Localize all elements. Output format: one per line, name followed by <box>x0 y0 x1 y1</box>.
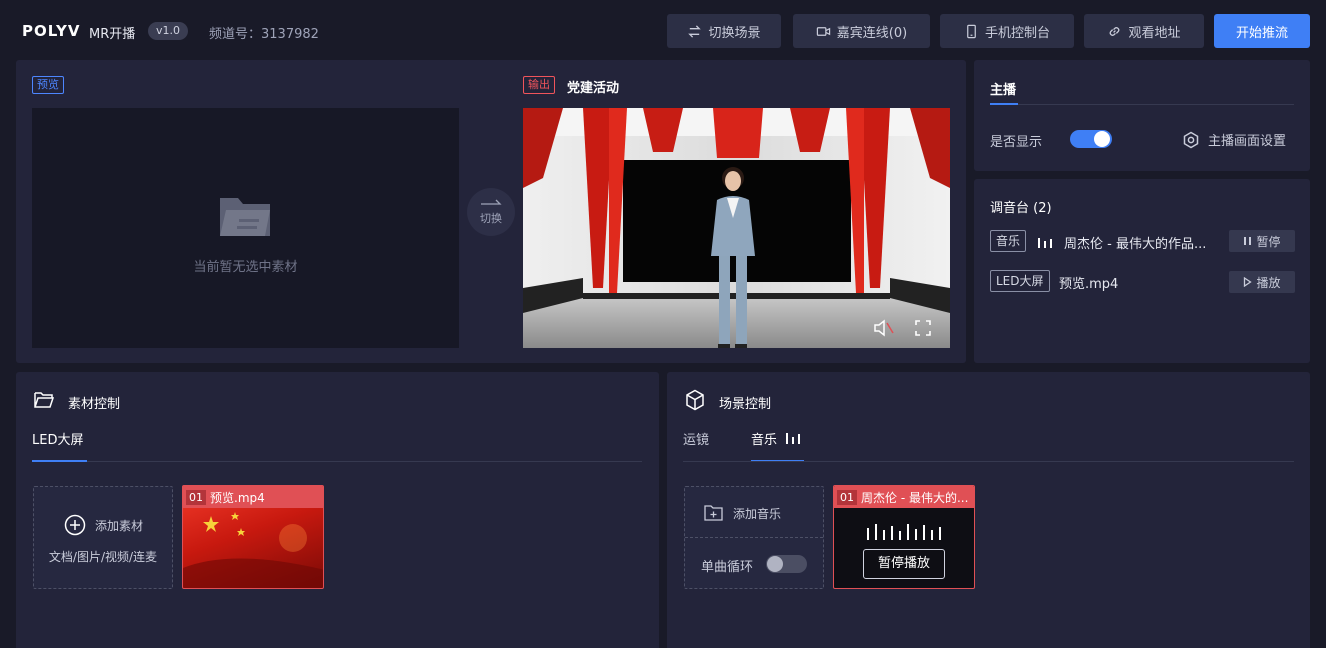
show-anchor-toggle[interactable] <box>1070 130 1112 148</box>
polyv-logo: POLYV <box>22 22 81 40</box>
music-item[interactable]: 01 周杰伦 - 最伟大的... 暂停播放 <box>833 485 975 589</box>
add-music-button[interactable]: 添加音乐 <box>685 487 823 538</box>
material-item-name: 预览.mp4 <box>210 490 265 505</box>
guest-link-label: 嘉宾连线(0) <box>836 25 908 41</box>
add-music-label: 添加音乐 <box>733 507 782 521</box>
tab-music[interactable]: 音乐 <box>751 429 777 448</box>
music-item-number: 01 <box>837 489 857 505</box>
mixer-pause-button[interactable]: 暂停 <box>1229 230 1295 252</box>
plus-circle-icon <box>64 514 86 536</box>
fullscreen-icon[interactable] <box>915 320 931 336</box>
toggle-knob <box>767 556 783 572</box>
audio-bars-icon <box>786 433 800 444</box>
add-material-label: 添加素材 <box>95 519 144 533</box>
folder-open-icon <box>34 392 54 408</box>
folder-icon <box>220 198 270 236</box>
preview-empty-text: 当前暂无选中素材 <box>193 260 298 275</box>
guest-link-button[interactable]: 嘉宾连线(0) <box>793 14 930 48</box>
mixer-tag-music: 音乐 <box>990 230 1027 252</box>
loop-toggle[interactable] <box>766 555 807 573</box>
material-item-header: 01 预览.mp4 <box>183 486 323 508</box>
show-anchor-label: 是否显示 <box>990 135 1043 150</box>
swap-icon <box>688 24 702 38</box>
anchor-panel: 主播 是否显示 主播画面设置 <box>974 60 1310 171</box>
cube-icon <box>686 389 704 411</box>
output-title: 党建活动 <box>567 81 620 96</box>
material-item-number: 01 <box>186 489 206 505</box>
virtual-studio-image <box>523 108 950 348</box>
add-material-hint: 文档/图片/视频/连麦 <box>48 550 158 564</box>
output-tag: 输出 <box>523 76 555 94</box>
link-icon <box>1110 26 1120 36</box>
toggle-knob <box>1094 131 1110 147</box>
mixer-panel: 调音台 (2) 音乐 周杰伦 - 最伟大的作品... 暂停 LED大屏 预览.m… <box>974 179 1310 363</box>
anchor-settings-button[interactable]: 主播画面设置 <box>1182 130 1286 149</box>
play-icon <box>1244 277 1253 287</box>
phone-icon <box>967 24 976 38</box>
loop-label: 单曲循环 <box>701 560 754 575</box>
preview-empty-area: 当前暂无选中素材 <box>32 108 459 348</box>
app-name: MR开播 <box>89 27 136 42</box>
mixer-play-button[interactable]: 播放 <box>1229 271 1295 293</box>
material-divider <box>87 461 642 462</box>
mixer-led-name: 预览.mp4 <box>1059 277 1119 292</box>
version-badge: v1.0 <box>148 22 189 40</box>
music-item-name: 周杰伦 - 最伟大的... <box>861 490 969 505</box>
material-item[interactable]: 01 预览.mp4 <box>182 485 324 589</box>
mobile-console-label: 手机控制台 <box>984 25 1050 41</box>
music-control-card: 添加音乐 单曲循环 <box>684 486 824 589</box>
add-material-button[interactable]: 添加素材 文档/图片/视频/连麦 <box>33 486 173 589</box>
scene-divider <box>683 461 1294 462</box>
material-control-panel: 素材控制 LED大屏 添加素材 文档/图片/视频/连麦 01 预览.mp4 <box>16 372 659 648</box>
anchor-tab-underline <box>990 103 1018 105</box>
scene-title: 场景控制 <box>719 397 772 412</box>
switch-scene-label: 切换场景 <box>708 25 761 41</box>
mixer-music-name: 周杰伦 - 最伟大的作品... <box>1064 237 1207 252</box>
music-item-header: 01 周杰伦 - 最伟大的... <box>834 486 974 508</box>
watch-url-label: 观看地址 <box>1128 25 1181 41</box>
preview-output-panel: 预览 当前暂无选中素材 切换 输出 党建活动 <box>16 60 966 363</box>
scene-control-panel: 场景控制 运镜 音乐 添加音乐 单曲循环 01 周杰伦 - 最伟大的... 暂停… <box>667 372 1310 648</box>
mixer-pause-label: 暂停 <box>1256 234 1281 249</box>
audio-bars-icon <box>1038 238 1052 248</box>
anchor-divider <box>1018 104 1294 105</box>
channel-number: 频道号：3137982 <box>209 27 319 42</box>
preview-tag: 预览 <box>32 76 64 94</box>
anchor-settings-label: 主播画面设置 <box>1208 134 1287 149</box>
output-video[interactable] <box>523 108 950 348</box>
equalizer-icon <box>867 524 941 540</box>
switch-scene-button[interactable]: 切换场景 <box>667 14 781 48</box>
switch-button[interactable]: 切换 <box>467 188 515 236</box>
mute-icon[interactable] <box>873 319 895 337</box>
video-camera-icon <box>816 26 830 36</box>
material-tab-underline <box>32 460 87 462</box>
watch-url-button[interactable]: 观看地址 <box>1084 14 1204 48</box>
flag-thumbnail-image <box>183 512 323 588</box>
tab-anchor[interactable]: 主播 <box>990 79 1016 98</box>
mobile-console-button[interactable]: 手机控制台 <box>940 14 1074 48</box>
tab-led-screen[interactable]: LED大屏 <box>32 429 83 448</box>
arrow-right-icon <box>481 199 502 205</box>
material-title: 素材控制 <box>68 397 121 412</box>
tab-camera-move[interactable]: 运镜 <box>683 429 709 448</box>
mixer-play-label: 播放 <box>1256 275 1281 290</box>
hexagon-settings-icon <box>1183 131 1199 148</box>
start-stream-button[interactable]: 开始推流 <box>1214 14 1310 48</box>
mixer-title: 调音台 (2) <box>990 201 1052 216</box>
pause-playback-button[interactable]: 暂停播放 <box>863 549 945 579</box>
top-bar: POLYV MR开播 v1.0 频道号：3137982 切换场景 嘉宾连线(0)… <box>0 0 1326 60</box>
pause-icon <box>1244 237 1252 245</box>
switch-label: 切换 <box>480 212 502 225</box>
folder-add-icon <box>704 505 723 521</box>
mixer-tag-led: LED大屏 <box>990 270 1050 292</box>
